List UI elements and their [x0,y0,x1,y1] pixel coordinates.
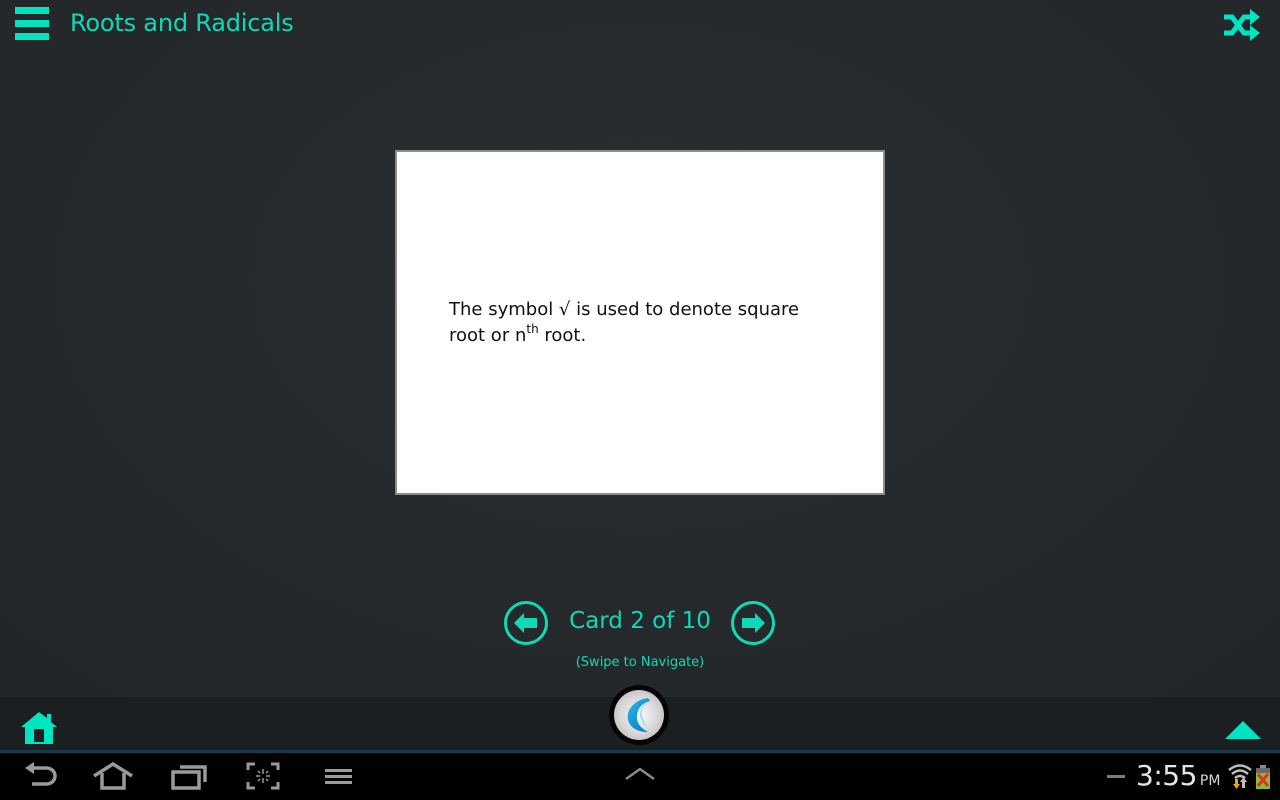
back-icon[interactable] [22,762,58,790]
bottom-toolbar [0,685,1280,753]
menu-nav-icon[interactable] [324,762,354,790]
logo-disc [614,690,664,740]
hamburger-menu-icon[interactable] [15,7,50,41]
card-navigation: Card 2 of 10 [0,600,1280,648]
card-text-main: The symbol √ is used to denote square ro… [449,299,800,346]
flashcard[interactable]: The symbol √ is used to denote square ro… [395,150,885,495]
app-screen: Roots and Radicals The symbol √ is used … [0,0,1280,697]
notification-dash [1107,775,1125,778]
home-icon[interactable] [21,711,57,745]
menu-bar [15,20,49,27]
arrow-left-circle-icon[interactable] [503,600,549,646]
home-nav-icon[interactable] [92,762,134,790]
clock[interactable]: 3:55 PM [1136,759,1220,792]
clock-ampm: PM [1199,773,1221,789]
swipe-hint: (Swipe to Navigate) [575,655,705,670]
flashcard-text: The symbol √ is used to denote square ro… [449,297,829,349]
battery-error-icon[interactable] [1256,765,1270,789]
system-navigation-bar: 3:55 PM [0,753,1280,800]
arrow-right-circle-icon[interactable] [730,600,776,646]
clock-time: 3:55 [1136,759,1197,792]
card-counter: Card 2 of 10 [569,608,711,634]
wave-logo-icon [627,698,650,732]
shuffle-icon[interactable] [1222,8,1262,42]
screenshot-icon[interactable] [246,762,280,790]
triangle-up-icon[interactable] [1225,721,1261,739]
chevron-up-icon[interactable] [624,767,656,781]
wifi-icon[interactable] [1228,763,1252,789]
menu-bar [15,33,49,40]
menu-bar [15,7,49,14]
page-title: Roots and Radicals [70,9,294,37]
card-text-end: root. [538,325,587,346]
app-logo-icon[interactable] [609,685,669,745]
recent-apps-icon[interactable] [170,762,208,790]
card-text-superscript: th [526,322,539,336]
